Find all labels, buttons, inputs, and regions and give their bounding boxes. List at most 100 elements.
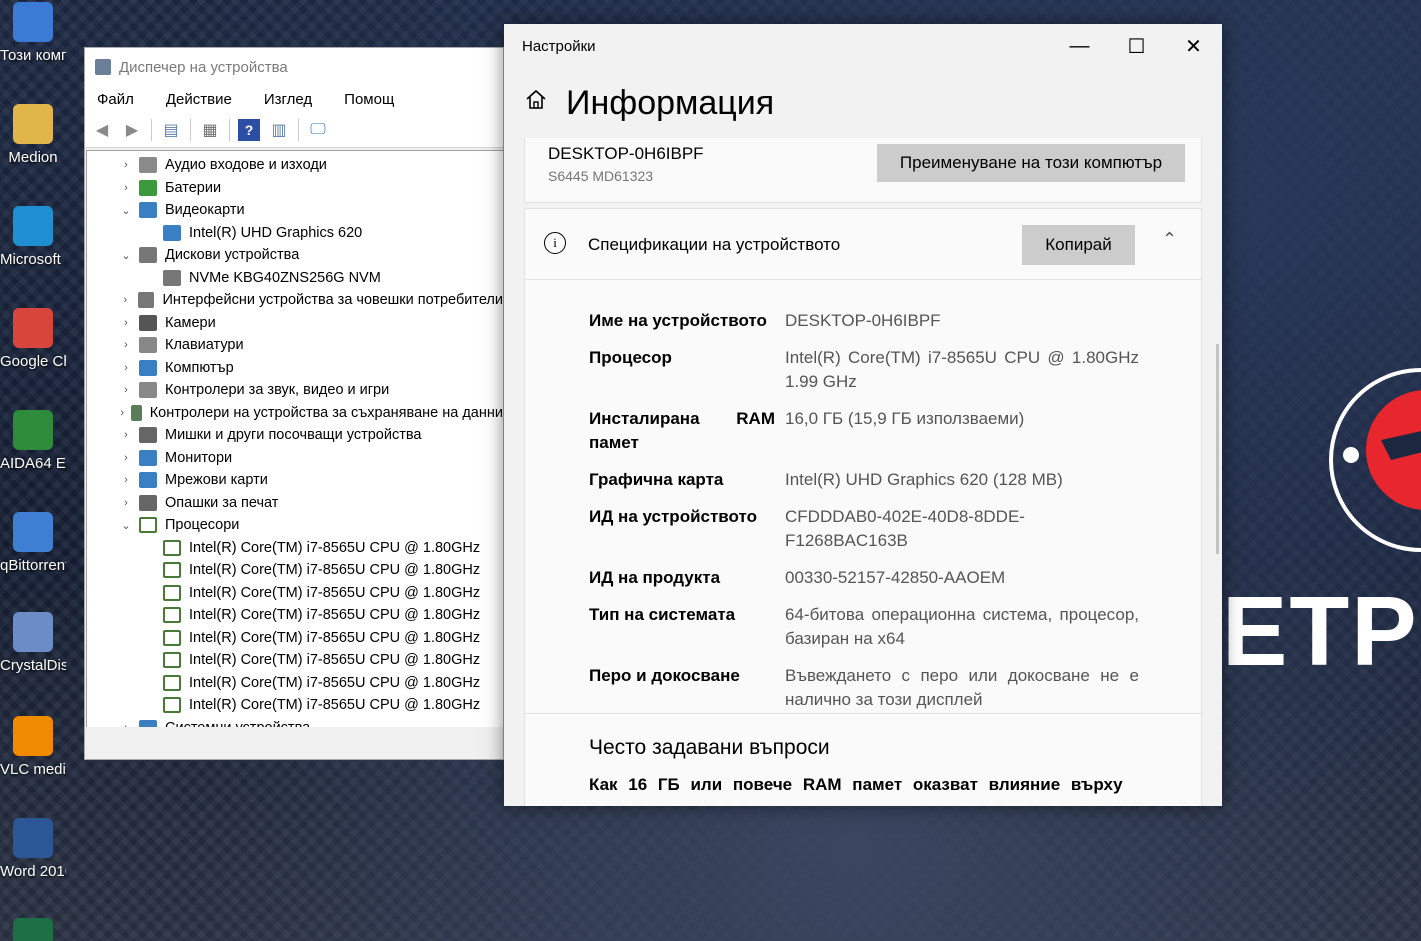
tree-category-item[interactable]: › Компютър [87, 357, 503, 380]
menu-action[interactable]: Действие [160, 91, 238, 108]
chevron-right-icon[interactable]: › [119, 317, 133, 329]
chevron-right-icon[interactable]: › [119, 384, 133, 396]
view-icon[interactable]: ▥ [268, 119, 290, 141]
minimize-icon[interactable]: — [1051, 24, 1108, 68]
tree-device-item[interactable]: ›Intel(R) Core(TM) i7-8565U CPU @ 1.80GH… [87, 604, 503, 627]
tree-category-item[interactable]: › Контролери на устройства за съхраняване… [87, 402, 503, 425]
chevron-right-icon[interactable]: › [119, 497, 133, 509]
spec-key: Инсталирана RAM памет [589, 409, 775, 452]
desktop-shortcut-label: Medion [8, 149, 58, 166]
tree-category-item[interactable]: ⌄ Дискови устройства [87, 244, 503, 267]
desktop-shortcut[interactable]: Google Chrome [0, 308, 66, 372]
processor-icon [163, 584, 181, 601]
desktop-shortcut[interactable]: AIDA64 Engineer [0, 410, 66, 474]
home-icon[interactable] [524, 88, 552, 119]
spec-value: CFDDDAB0-402E-40D8-8DDE-F1268BAC163B [785, 507, 1025, 550]
desktop-shortcut[interactable]: VLC media player [0, 716, 66, 780]
processor-icon [163, 562, 181, 579]
tree-item-label: Интерфейсни устройства за човешки потреб… [162, 292, 503, 309]
tree-device-item[interactable]: ›Intel(R) Core(TM) i7-8565U CPU @ 1.80GH… [87, 649, 503, 672]
close-icon[interactable]: ✕ [1165, 24, 1222, 68]
wallpaper-text: ETPL [1222, 576, 1421, 686]
chevron-down-icon[interactable]: ⌄ [119, 519, 133, 532]
forward-arrow-icon[interactable]: ▶ [121, 119, 143, 141]
chevron-right-icon[interactable]: › [119, 452, 133, 464]
spec-value: Intel(R) UHD Graphics 620 (128 MB) [785, 470, 1063, 489]
chevron-right-icon[interactable]: › [119, 429, 133, 441]
device-manager-titlebar[interactable]: Диспечер на устройства [85, 48, 503, 86]
help-icon[interactable]: ? [238, 118, 260, 141]
device-manager-window[interactable]: Диспечер на устройства Файл Действие Изг… [84, 47, 504, 760]
tree-category-item[interactable]: › Интерфейсни устройства за човешки потре… [87, 289, 503, 312]
spec-row: Тип на системата 64-битова операционна си… [589, 603, 1139, 651]
device-manager-menubar: Файл Действие Изглед Помощ [85, 86, 503, 112]
tree-category-item[interactable]: › Контролери за звук, видео и игри [87, 379, 503, 402]
properties-icon[interactable]: ▦ [199, 119, 221, 141]
tree-item-label: Процесори [165, 517, 240, 534]
desktop-shortcut[interactable]: Word 2016 [0, 818, 66, 882]
processor-icon [163, 539, 181, 556]
tree-device-item[interactable]: ›Intel(R) Core(TM) i7-8565U CPU @ 1.80GH… [87, 537, 503, 560]
tree-item-label: Intel(R) Core(TM) i7-8565U CPU @ 1.80GHz [189, 584, 481, 601]
desktop-shortcut[interactable]: Този компютър [0, 2, 66, 66]
chevron-down-icon[interactable]: ⌄ [119, 249, 133, 262]
back-arrow-icon[interactable]: ◀ [91, 119, 113, 141]
tree-category-item[interactable]: › Батерии [87, 177, 503, 200]
tree-device-item[interactable]: ›Intel(R) Core(TM) i7-8565U CPU @ 1.80GH… [87, 582, 503, 605]
desktop-shortcut[interactable]: CrystalDiskI... [0, 612, 66, 676]
tree-category-item[interactable]: › Мрежови карти [87, 469, 503, 492]
processor-icon [163, 629, 181, 646]
scan-hardware-icon[interactable]: 🖵 [307, 119, 329, 141]
device-specs-title: Спецификации на устройството [588, 235, 841, 254]
tree-item-label: Intel(R) Core(TM) i7-8565U CPU @ 1.80GHz [189, 697, 481, 714]
mouse-icon [139, 427, 157, 444]
tree-category-item[interactable]: ⌄ Видеокарти [87, 199, 503, 222]
tree-device-item[interactable]: ›Intel(R) Core(TM) i7-8565U CPU @ 1.80GH… [87, 672, 503, 695]
maximize-icon[interactable]: ☐ [1108, 24, 1165, 68]
tree-category-item[interactable]: ⌄ Процесори [87, 514, 503, 537]
tree-item-label: Опашки за печат [165, 494, 279, 511]
settings-window[interactable]: Настройки — ☐ ✕ Информация DESKTOP-0H6IB… [504, 24, 1222, 806]
tree-device-item[interactable]: ›Intel(R) UHD Graphics 620 [87, 222, 503, 245]
tree-device-item[interactable]: ›Intel(R) Core(TM) i7-8565U CPU @ 1.80GH… [87, 694, 503, 717]
menu-help[interactable]: Помощ [338, 91, 400, 108]
device-tree[interactable]: › Аудио входове и изходи › Батерии ⌄ Видеокар… [86, 150, 503, 728]
desktop-shortcut[interactable]: Medion [0, 104, 66, 168]
tree-category-item[interactable]: › Клавиатури [87, 334, 503, 357]
chevron-right-icon[interactable]: › [119, 182, 133, 194]
device-name: DESKTOP-0H6IBPF [548, 144, 704, 163]
desktop-shortcut[interactable] [0, 918, 66, 941]
menu-view[interactable]: Изглед [258, 91, 318, 108]
chevron-down-icon[interactable]: ⌄ [119, 204, 133, 217]
tree-category-item[interactable]: › Монитори [87, 447, 503, 470]
desktop-shortcut[interactable]: qBittorrent [0, 512, 66, 576]
chevron-right-icon[interactable]: › [119, 407, 125, 419]
settings-titlebar[interactable]: Настройки — ☐ ✕ [504, 24, 1222, 68]
tree-category-item[interactable]: › Опашки за печат [87, 492, 503, 515]
chevron-right-icon[interactable]: › [119, 339, 133, 351]
tree-category-item[interactable]: › Аудио входове и изходи [87, 154, 503, 177]
desktop-shortcut[interactable]: Microsoft Edge [0, 206, 66, 270]
tree-device-item[interactable]: ›NVMe KBG40ZNS256G NVM [87, 267, 503, 290]
chevron-right-icon[interactable]: › [119, 362, 133, 374]
chevron-up-icon[interactable]: ⌃ [1162, 229, 1177, 250]
menu-file[interactable]: Файл [91, 91, 140, 108]
settings-window-title: Настройки [522, 37, 596, 55]
scrollbar[interactable] [1216, 344, 1219, 554]
spec-value: 64-битова операционна система, процесор,… [785, 605, 1139, 648]
chevron-right-icon[interactable]: › [119, 294, 132, 306]
device-specs-header[interactable]: i Спецификации на устройството Копирай ⌃ [525, 209, 1201, 280]
tree-device-item[interactable]: ›Intel(R) Core(TM) i7-8565U CPU @ 1.80GH… [87, 627, 503, 650]
faq-question-link[interactable]: Как 16 ГБ или повече RAM памет оказват в… [589, 775, 1139, 795]
rename-pc-button[interactable]: Преименуване на този компютър [877, 144, 1185, 182]
copy-button[interactable]: Копирай [1022, 225, 1135, 265]
computer-icon [139, 359, 157, 376]
display-adapter-icon [163, 224, 181, 241]
spec-key: ИД на продукта [589, 568, 721, 587]
chevron-right-icon[interactable]: › [119, 474, 133, 486]
tree-category-item[interactable]: › Камери [87, 312, 503, 335]
show-hide-console-tree-icon[interactable]: ▤ [160, 119, 182, 141]
chevron-right-icon[interactable]: › [119, 159, 133, 171]
tree-device-item[interactable]: ›Intel(R) Core(TM) i7-8565U CPU @ 1.80GH… [87, 559, 503, 582]
tree-category-item[interactable]: › Мишки и други посочващи устройства [87, 424, 503, 447]
